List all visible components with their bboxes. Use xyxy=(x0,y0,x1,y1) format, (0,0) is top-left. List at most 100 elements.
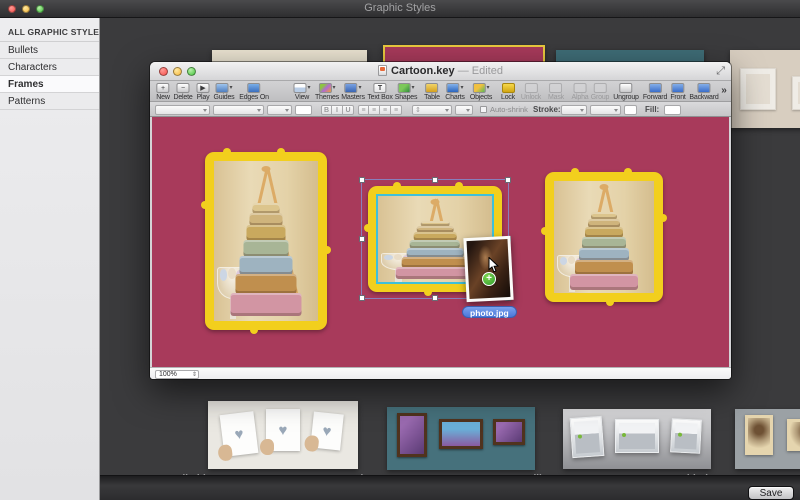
frame-scallop-dot xyxy=(223,148,231,156)
masters-icon xyxy=(344,83,357,93)
lock-icon xyxy=(502,83,515,93)
selection-handle[interactable] xyxy=(359,177,365,183)
bold-button[interactable]: B xyxy=(321,105,332,115)
selection-handle[interactable] xyxy=(359,295,365,301)
document-title: Cartoon.key — Edited xyxy=(150,65,731,77)
sidebar-item-frames[interactable]: Frames xyxy=(0,76,99,93)
toolbar-button-delete[interactable]: − Delete xyxy=(173,82,192,101)
chevron-down-icon: ▾ xyxy=(307,84,310,91)
toolbar-button-shapes[interactable]: ▾ Shapes xyxy=(395,82,418,101)
frame-scallop-dot xyxy=(277,148,285,156)
slide-canvas[interactable]: + photo.jpg xyxy=(152,117,729,370)
sidebar: ALL GRAPHIC STYLES Bullets Characters Fr… xyxy=(0,18,100,500)
thumb-photo xyxy=(792,76,800,110)
ungroup-icon xyxy=(619,83,632,93)
italic-button[interactable]: I xyxy=(332,105,343,115)
chevron-down-icon: ▾ xyxy=(411,84,414,91)
thumb-photo xyxy=(740,68,776,110)
style-thumbnail-gallery-wall[interactable] xyxy=(730,50,800,128)
stroke-style-select[interactable] xyxy=(561,105,587,115)
keynote-titlebar[interactable]: Cartoon.key — Edited ⤢ xyxy=(150,62,731,81)
stroke-line-combo[interactable] xyxy=(590,105,621,115)
font-size-combo[interactable] xyxy=(267,105,292,115)
paper-with-heart: ♥ xyxy=(310,412,344,451)
font-family-select[interactable] xyxy=(155,105,210,115)
toolbar-button-text-box[interactable]: T Text Box xyxy=(367,82,392,101)
fill-color-well[interactable] xyxy=(664,105,681,115)
toolbar-button-ungroup[interactable]: Ungroup xyxy=(613,82,638,101)
toolbar-button-unlock[interactable]: Unlock xyxy=(521,82,541,101)
save-button[interactable]: Save xyxy=(748,486,794,500)
toolbar-button-table[interactable]: Table xyxy=(424,82,440,101)
app-title: Graphic Styles xyxy=(0,2,800,14)
style-thumbnail-metallic[interactable] xyxy=(563,409,711,469)
selection-handle[interactable] xyxy=(505,177,511,183)
font-style-select[interactable] xyxy=(213,105,264,115)
auto-shrink-checkbox[interactable] xyxy=(480,106,487,113)
frame-scallop-dot xyxy=(624,168,632,176)
style-thumbnail-leather[interactable] xyxy=(387,407,535,470)
cake-photo xyxy=(554,181,654,293)
align-justify-icon[interactable]: ≡ xyxy=(391,105,402,115)
toolbar-button-lock[interactable]: Lock xyxy=(501,82,515,101)
toolbar-button-charts[interactable]: ▾ Charts xyxy=(445,82,464,101)
table-icon xyxy=(426,83,439,93)
toolbar-button-mask[interactable]: Mask xyxy=(548,82,564,101)
frame-scallop-dot xyxy=(201,201,209,209)
document-icon xyxy=(378,65,387,76)
sidebar-item-patterns[interactable]: Patterns xyxy=(0,93,99,110)
selection-handle[interactable] xyxy=(432,177,438,183)
alignment-segment: ≡ ≡ ≡ ≡ xyxy=(358,105,402,115)
align-right-icon[interactable]: ≡ xyxy=(380,105,391,115)
toolbar-button-forward[interactable]: Forward xyxy=(643,82,667,101)
chevron-down-icon: ▾ xyxy=(332,84,335,91)
stroke-label: Stroke: xyxy=(533,105,561,114)
style-thumbnail-handheld[interactable]: ♥ ♥ ♥ xyxy=(208,401,358,469)
toolbar-button-themes[interactable]: ▾ Themes xyxy=(315,82,339,101)
text-box-icon: T xyxy=(374,83,387,93)
toolbar-button-view[interactable]: ▾ View xyxy=(293,82,310,101)
frame-scallop-dot xyxy=(571,168,579,176)
toolbar-button-backward[interactable]: Backward xyxy=(689,82,718,101)
align-center-icon[interactable]: ≡ xyxy=(369,105,380,115)
text-style-segment: B I U xyxy=(321,105,354,115)
mouse-cursor-icon xyxy=(488,257,499,278)
wrap-select[interactable] xyxy=(455,105,473,115)
text-color-well[interactable] xyxy=(295,105,312,115)
sidebar-item-bullets[interactable]: Bullets xyxy=(0,42,99,59)
play-icon: ▶ xyxy=(197,83,210,93)
fullscreen-icon[interactable]: ⤢ xyxy=(716,65,725,78)
toolbar-button-masters[interactable]: ▾ Masters xyxy=(341,82,365,101)
chevron-down-icon: ▾ xyxy=(229,84,232,91)
toolbar-button-new[interactable]: + New xyxy=(156,82,169,101)
toolbar-button-play[interactable]: ▶ Play xyxy=(197,82,210,101)
sidebar-item-characters[interactable]: Characters xyxy=(0,59,99,76)
style-thumbnail-old-photo[interactable] xyxy=(735,409,800,469)
fill-label: Fill: xyxy=(645,105,659,114)
sidebar-item-all-graphic-styles[interactable]: ALL GRAPHIC STYLES xyxy=(0,18,99,42)
align-left-icon[interactable]: ≡ xyxy=(358,105,369,115)
framed-photo-right[interactable] xyxy=(545,172,663,302)
themes-icon xyxy=(318,83,331,93)
app-titlebar: Graphic Styles xyxy=(0,0,800,18)
zoom-level-control[interactable]: 100% ⇕ xyxy=(155,370,199,379)
toolbar-overflow-button[interactable]: » xyxy=(719,85,729,96)
vertical-align-select[interactable]: ⇕ xyxy=(412,105,452,115)
toolbar-button-group[interactable]: Group xyxy=(591,82,609,101)
leather-framed-photo xyxy=(493,419,525,445)
toolbar-button-edges-on[interactable]: Edges On xyxy=(239,82,269,101)
toolbar-button-front[interactable]: Front xyxy=(670,82,685,101)
unlock-icon xyxy=(524,83,537,93)
toolbar-button-alpha[interactable]: Alpha xyxy=(572,82,589,101)
toolbar-button-objects[interactable]: ▾ Objects xyxy=(470,82,492,101)
framed-photo-left[interactable] xyxy=(205,152,327,330)
stepper-icon: ⇕ xyxy=(192,371,197,379)
selection-handle[interactable] xyxy=(432,295,438,301)
selection-handle[interactable] xyxy=(359,236,365,242)
toolbar-button-guides[interactable]: ▾ Guides xyxy=(214,82,235,101)
stroke-color-well[interactable] xyxy=(624,105,637,115)
underline-button[interactable]: U xyxy=(343,105,354,115)
frame-scallop-dot xyxy=(393,182,401,190)
metallic-framed-photo xyxy=(670,418,702,454)
frame-scallop-dot xyxy=(659,214,667,222)
